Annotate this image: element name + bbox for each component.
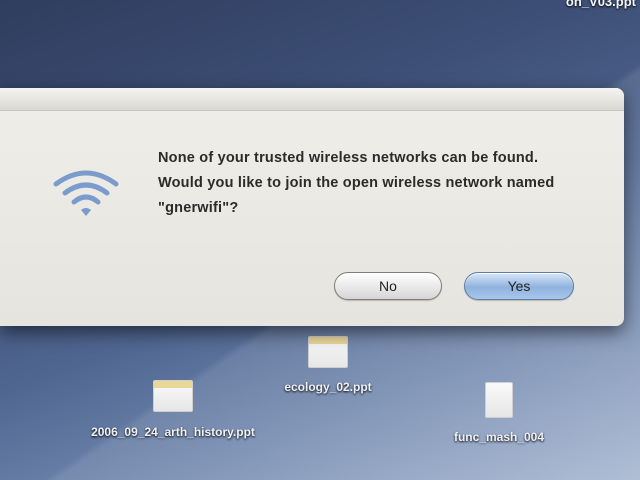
desktop-file-label-top[interactable]: on_V03.ppt xyxy=(566,0,636,9)
desktop-file-label: func_mash_004 xyxy=(453,430,545,444)
document-icon xyxy=(308,336,348,368)
document-icon xyxy=(153,380,193,412)
wifi-icon xyxy=(53,170,119,216)
yes-button[interactable]: Yes xyxy=(464,272,574,300)
desktop-file-label: 2006_09_24_arth_history.ppt xyxy=(91,425,255,439)
dialog-message: None of your trusted wireless networks c… xyxy=(158,150,555,216)
document-icon xyxy=(485,382,513,418)
desktop-file-ecology[interactable]: ecology_02.ppt xyxy=(258,336,398,394)
desktop-file-func-mash[interactable]: func_mash_004 xyxy=(424,382,574,444)
dialog-titlebar xyxy=(0,88,624,111)
desktop-file-earth-history[interactable]: 2006_09_24_arth_history.ppt xyxy=(78,380,268,440)
desktop-file-label: ecology_02.ppt xyxy=(284,380,372,394)
no-button[interactable]: No xyxy=(334,272,442,300)
